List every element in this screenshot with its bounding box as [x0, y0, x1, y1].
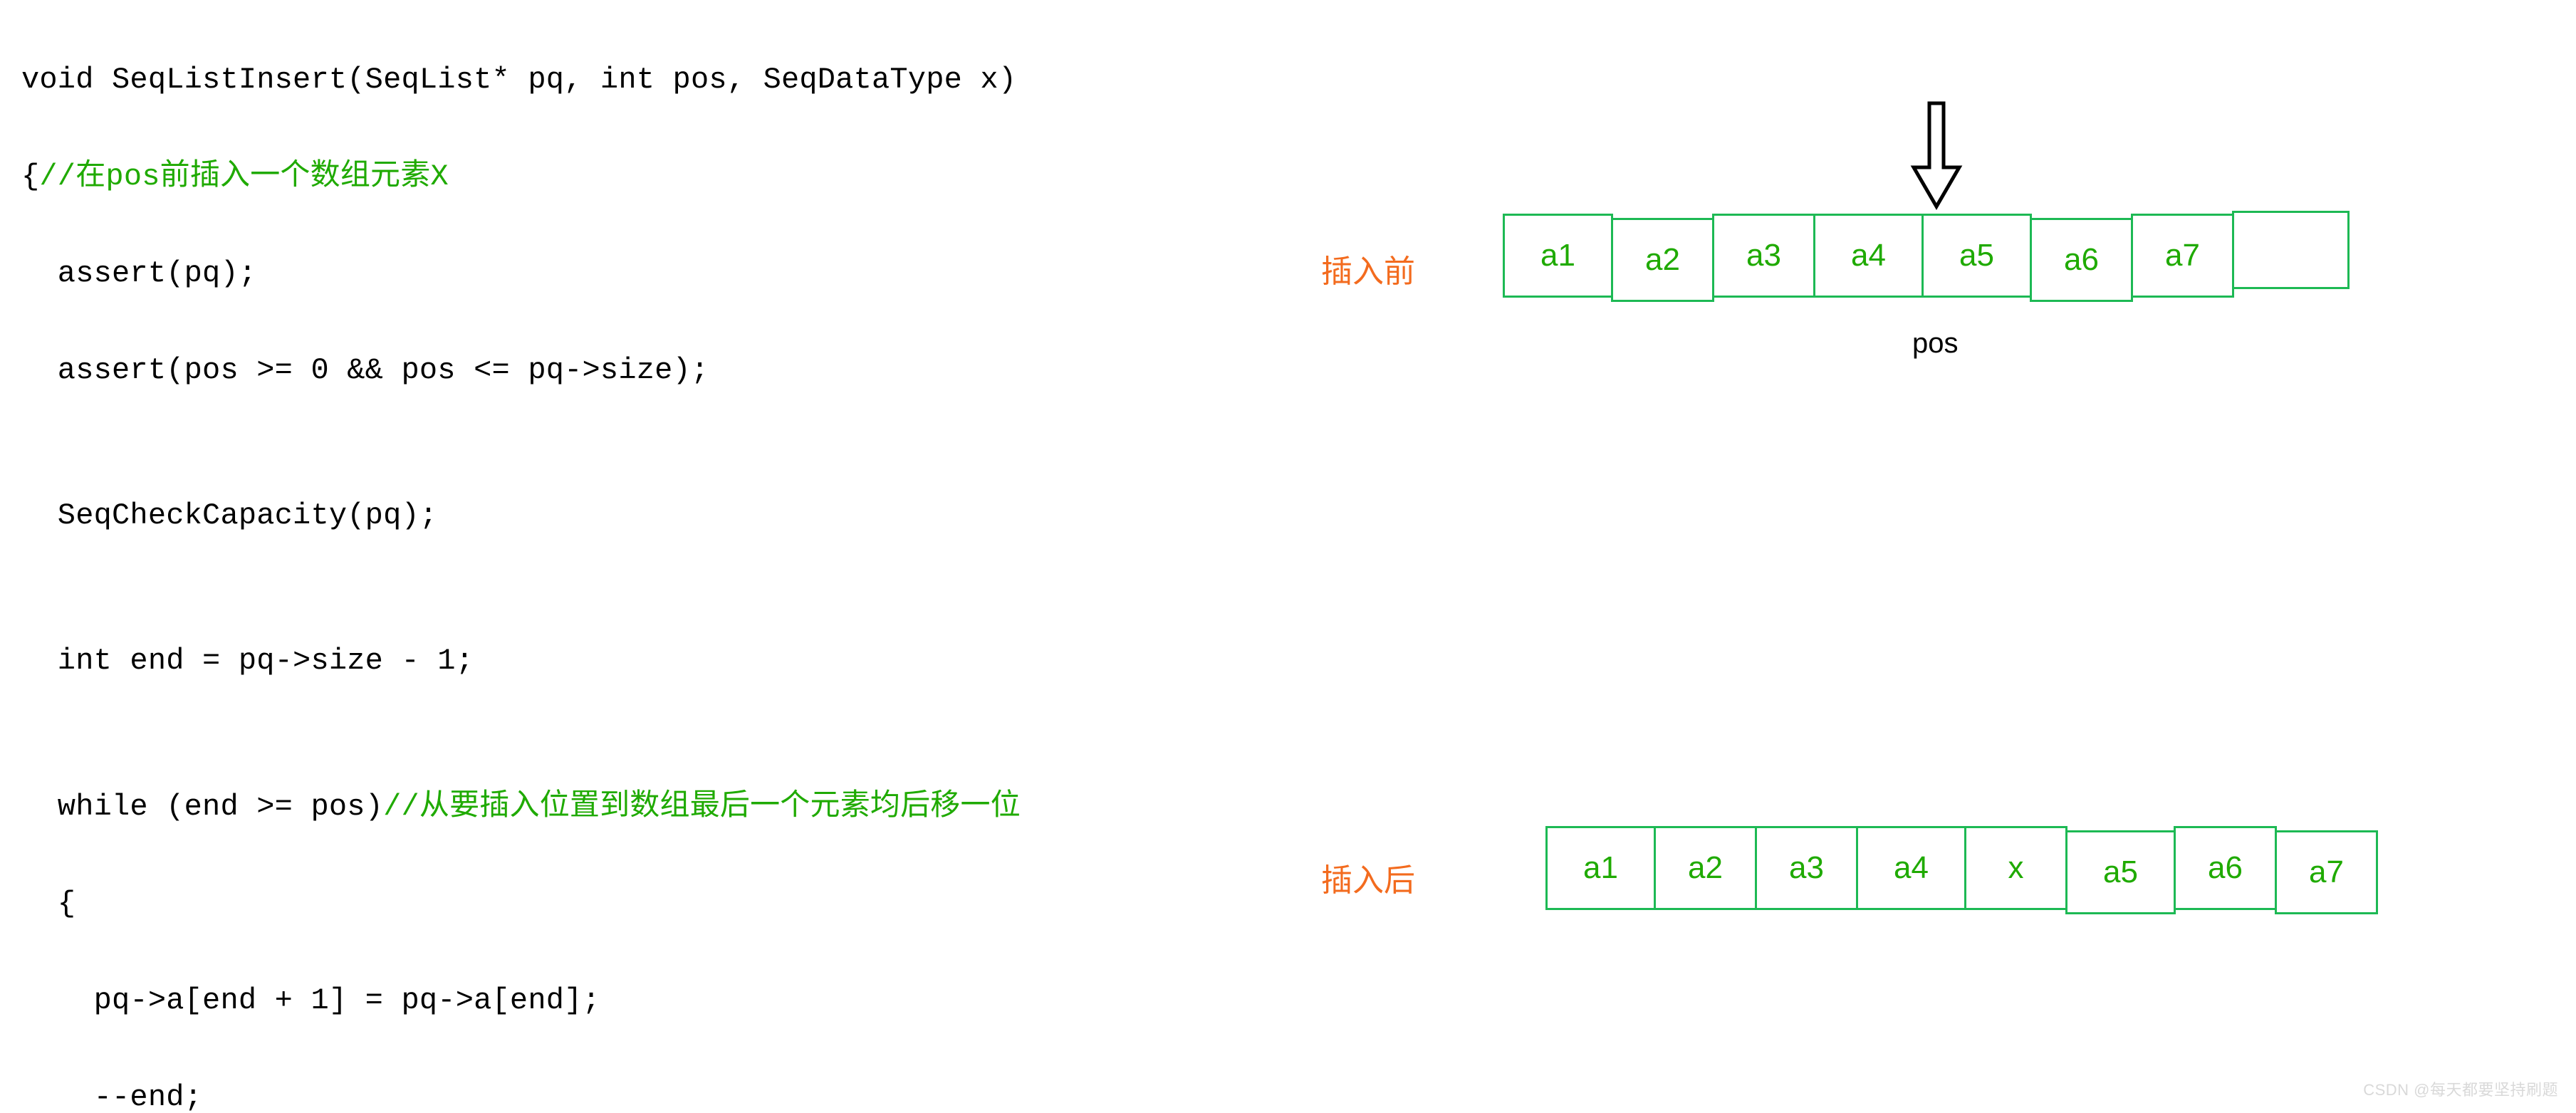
code-text: --end; — [21, 1080, 202, 1113]
code-text: SeqCheckCapacity(pq); — [21, 498, 437, 533]
row-before: a1 a2 a3 a4 a5 a6 a7 — [1503, 214, 2350, 302]
cell-value: a6 — [2064, 242, 2099, 278]
array-cell: a2 — [1611, 218, 1714, 302]
code-text: { — [21, 160, 39, 194]
cell-value: a4 — [1894, 850, 1929, 886]
before-label: 插入前 — [1321, 246, 1415, 291]
array-cell: a4 — [1813, 214, 1924, 298]
cell-value: a4 — [1851, 238, 1886, 273]
code-line: void SeqListInsert(SeqList* pq, int pos,… — [21, 56, 1021, 104]
code-block: void SeqListInsert(SeqList* pq, int pos,… — [21, 7, 1021, 1113]
array-cell: a2 — [1654, 826, 1757, 910]
cell-value: a3 — [1789, 850, 1824, 886]
watermark: CSDN @每天都要坚持刷题 — [2363, 1077, 2558, 1100]
code-line: while (end >= pos)//从要插入位置到数组最后一个元素均后移一位 — [21, 783, 1021, 831]
code-line: pq->a[end + 1] = pq->a[end]; — [21, 976, 1021, 1025]
cell-value: a3 — [1746, 238, 1781, 273]
pos-label: pos — [1912, 328, 1959, 360]
code-text: assert(pos >= 0 && pos <= pq->size); — [21, 353, 709, 387]
cell-value: a5 — [2103, 855, 2138, 890]
code-line: { — [21, 879, 1021, 928]
cell-value: a5 — [1959, 238, 1994, 273]
array-cell: a5 — [1921, 214, 2032, 298]
array-cell-empty — [2232, 211, 2350, 289]
code-comment: //在pos前插入一个数组元素X — [39, 160, 448, 194]
array-cell: x — [1964, 826, 2067, 910]
code-text: while (end >= pos) — [21, 790, 383, 824]
code-line: SeqCheckCapacity(pq); — [21, 491, 1021, 540]
code-comment: //从要插入位置到数组最后一个元素均后移一位 — [383, 790, 1021, 824]
code-text: pq->a[end + 1] = pq->a[end]; — [21, 983, 600, 1018]
array-cell: a3 — [1712, 214, 1815, 298]
cell-value: a7 — [2309, 855, 2344, 890]
array-cell: a5 — [2065, 830, 2176, 914]
cell-value: x — [2008, 850, 2024, 886]
row-after: a1 a2 a3 a4 x a5 a6 a7 — [1545, 826, 2378, 914]
code-text: assert(pq); — [21, 256, 256, 291]
array-cell: a3 — [1755, 826, 1858, 910]
code-line: --end; — [21, 1073, 1021, 1113]
code-line: assert(pos >= 0 && pos <= pq->size); — [21, 346, 1021, 394]
cell-value: a1 — [1540, 238, 1575, 273]
array-cell: a1 — [1545, 826, 1656, 910]
array-cell: a6 — [2030, 218, 2133, 302]
code-text: void SeqListInsert(SeqList* pq, int pos,… — [21, 63, 1016, 97]
cell-value: a7 — [2165, 238, 2200, 273]
array-cell: a7 — [2275, 830, 2378, 914]
cell-value: a1 — [1583, 850, 1618, 886]
array-cell: a6 — [2174, 826, 2277, 910]
arrow-down-icon — [1908, 100, 1965, 214]
code-line: {//在pos前插入一个数组元素X — [21, 152, 1021, 201]
code-line: assert(pq); — [21, 249, 1021, 298]
code-text: int end = pq->size - 1; — [21, 644, 474, 678]
array-cell: a7 — [2131, 214, 2234, 298]
array-cell: a1 — [1503, 214, 1613, 298]
after-label: 插入后 — [1321, 855, 1415, 900]
code-text: { — [21, 887, 75, 921]
code-line: int end = pq->size - 1; — [21, 637, 1021, 685]
cell-value: a6 — [2208, 850, 2243, 886]
array-cell: a4 — [1856, 826, 1966, 910]
cell-value: a2 — [1688, 850, 1723, 886]
cell-value: a2 — [1645, 242, 1680, 278]
